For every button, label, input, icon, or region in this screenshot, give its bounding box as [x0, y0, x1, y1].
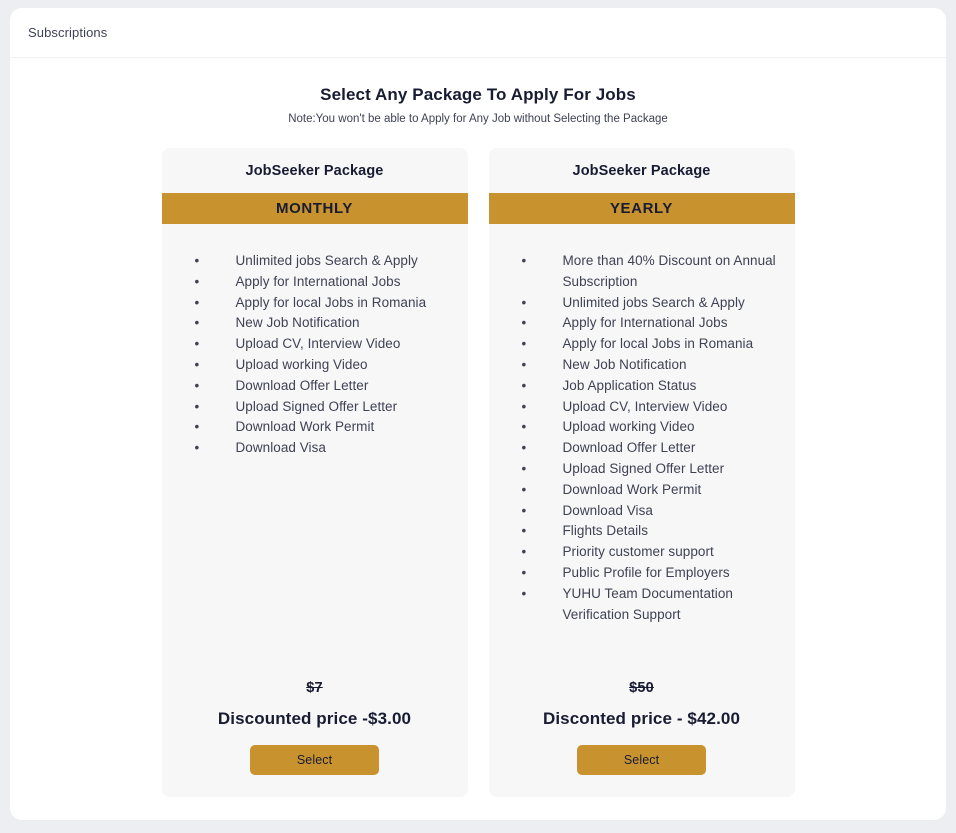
package-title: JobSeeker Package — [245, 162, 384, 179]
plan-band: MONTHLY — [161, 193, 468, 224]
select-button-yearly[interactable]: Select — [577, 745, 706, 775]
package-cards-row: JobSeeker Package MONTHLY Unlimited jobs… — [10, 148, 946, 797]
feature-list: Unlimited jobs Search & Apply Apply for … — [174, 251, 456, 459]
feature-item: New Job Notification — [501, 355, 783, 376]
feature-item: Apply for International Jobs — [174, 272, 456, 293]
plan-label: MONTHLY — [276, 200, 353, 217]
card-body: More than 40% Discount on Annual Subscri… — [489, 224, 795, 680]
plan-band: YEARLY — [488, 193, 795, 224]
package-card-monthly: JobSeeker Package MONTHLY Unlimited jobs… — [161, 148, 468, 797]
feature-item: Public Profile for Employers — [501, 563, 783, 584]
panel-header: Subscriptions — [10, 8, 946, 58]
feature-item: YUHU Team Documentation Verification Sup… — [501, 584, 783, 626]
feature-item: Upload CV, Interview Video — [501, 397, 783, 418]
feature-item: Upload Signed Offer Letter — [174, 397, 456, 418]
feature-item: Upload Signed Offer Letter — [501, 459, 783, 480]
subscriptions-panel: Subscriptions Select Any Package To Appl… — [10, 8, 946, 820]
select-button-monthly[interactable]: Select — [250, 745, 379, 775]
feature-item: Unlimited jobs Search & Apply — [501, 293, 783, 314]
card-title-bar: JobSeeker Package — [489, 148, 795, 193]
plan-label: YEARLY — [609, 200, 674, 217]
feature-item: Download Work Permit — [501, 480, 783, 501]
feature-item: Download Visa — [501, 501, 783, 522]
discounted-price: Disconted price - $42.00 — [542, 709, 741, 728]
package-title: JobSeeker Package — [572, 162, 711, 179]
feature-item: Download Offer Letter — [174, 376, 456, 397]
card-footer: $50 Disconted price - $42.00 Select — [489, 680, 795, 797]
feature-item: Download Visa — [174, 438, 456, 459]
card-footer: $7 Discounted price -$3.00 Select — [162, 680, 468, 797]
feature-item: Job Application Status — [501, 376, 783, 397]
feature-item: Upload CV, Interview Video — [174, 334, 456, 355]
card-title-bar: JobSeeker Package — [162, 148, 468, 193]
page-note: Note:You won't be able to Apply for Any … — [288, 113, 668, 125]
package-card-yearly: JobSeeker Package YEARLY More than 40% D… — [488, 148, 795, 797]
feature-item: Unlimited jobs Search & Apply — [174, 251, 456, 272]
feature-item: Upload working Video — [501, 417, 783, 438]
feature-item: Apply for local Jobs in Romania — [501, 334, 783, 355]
feature-item: Flights Details — [501, 521, 783, 542]
breadcrumb: Subscriptions — [28, 25, 108, 40]
feature-item: Download Offer Letter — [501, 438, 783, 459]
feature-list: More than 40% Discount on Annual Subscri… — [501, 251, 783, 625]
feature-item: Upload working Video — [174, 355, 456, 376]
discounted-price: Discounted price -$3.00 — [217, 709, 412, 728]
feature-item: Apply for International Jobs — [501, 313, 783, 334]
original-price: $7 — [306, 680, 323, 696]
feature-item: More than 40% Discount on Annual Subscri… — [501, 251, 783, 293]
feature-item: Download Work Permit — [174, 417, 456, 438]
page-heading: Select Any Package To Apply For Jobs Not… — [10, 58, 946, 125]
card-body: Unlimited jobs Search & Apply Apply for … — [162, 224, 468, 680]
page-title: Select Any Package To Apply For Jobs — [320, 85, 636, 104]
feature-item: Apply for local Jobs in Romania — [174, 293, 456, 314]
feature-item: Priority customer support — [501, 542, 783, 563]
feature-item: New Job Notification — [174, 313, 456, 334]
original-price: $50 — [629, 680, 654, 696]
